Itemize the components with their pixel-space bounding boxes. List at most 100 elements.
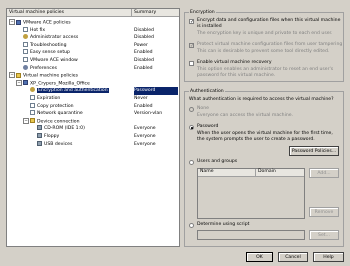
encrypt-files-checkbox[interactable]: ✓ <box>189 19 194 25</box>
tree-row-label: Device connection <box>37 119 80 125</box>
tree-row[interactable]: USB devices <box>30 140 73 149</box>
tree-row[interactable]: Expiration <box>23 95 60 103</box>
users-groups-col-domain[interactable]: Domain <box>258 169 276 175</box>
tree-row-label: Network quarantine <box>37 111 83 117</box>
tree-row-summary: Disabled <box>134 58 154 63</box>
tree-row-label: Virtual machine policies <box>23 73 78 79</box>
tree-row[interactable]: − Virtual machine policies <box>9 72 78 80</box>
tree-row-summary: Never <box>134 96 148 101</box>
users-groups-list[interactable]: Name Domain <box>197 168 305 219</box>
tree-row-summary: Disabled <box>134 35 154 41</box>
column-header-summary[interactable]: Summary <box>132 9 179 17</box>
password-desc: When the user opens the virtual machine … <box>197 131 333 142</box>
tree-row[interactable]: VMware ACE window <box>16 57 78 65</box>
tree-row-summary: Everyone <box>134 141 156 147</box>
tree-row[interactable]: Preferences <box>16 64 58 73</box>
document-icon <box>30 110 35 116</box>
tree-row-summary: Everyone <box>134 134 156 139</box>
users-groups-col-name[interactable]: Name <box>200 169 214 175</box>
set-button[interactable]: Set... <box>309 230 339 240</box>
tree-row-label: Easy sense setup <box>30 50 70 56</box>
tree-row-label: Encryption and authentication <box>37 88 109 94</box>
vm-icon <box>23 80 28 86</box>
key-icon <box>23 34 28 40</box>
help-button[interactable]: Help <box>313 252 344 262</box>
tree-row[interactable]: − Device connection <box>23 117 80 126</box>
recovery-desc: This option enables an administrator to … <box>197 67 334 78</box>
key-icon <box>30 87 35 93</box>
tree-expander-icon[interactable]: − <box>9 72 15 79</box>
tree-row[interactable]: − XP_Crypers_Mozilla_Office <box>16 79 90 88</box>
tree-row[interactable]: Network quarantine <box>23 110 83 118</box>
tree-row-summary: Power <box>134 42 148 48</box>
users-groups-label: Users and groups <box>197 159 238 164</box>
recovery-checkbox[interactable] <box>189 61 194 66</box>
policy-tree: Virtual machine policies Summary − VMware… <box>6 8 180 247</box>
password-radio[interactable] <box>189 125 194 130</box>
tree-row-summary: Enabled <box>134 103 153 109</box>
folder-icon <box>30 118 35 124</box>
tree-row[interactable]: Encryption and authentication <box>23 87 109 95</box>
script-label: Determine using script <box>197 222 250 227</box>
tree-row-label: Floppy <box>44 134 60 139</box>
tree-row-summary: Enabled <box>134 65 153 71</box>
protect-config-checkbox[interactable]: ✓ <box>189 43 194 49</box>
tree-row-summary: Disabled <box>134 27 154 33</box>
script-input[interactable] <box>197 230 305 240</box>
authentication-group-title: Authentication <box>189 88 225 95</box>
password-policies-button[interactable]: Password Policies... <box>289 146 339 156</box>
tree-row-label: CD-ROM (IDE 1:0) <box>44 126 85 132</box>
tree-row-summary: Everyone <box>134 126 156 132</box>
tree-row-label: Hot fix <box>30 27 46 33</box>
folder-icon <box>16 72 21 78</box>
tree-row-label: Troubleshooting <box>30 42 67 48</box>
encrypt-files-desc: The encryption key is unique and private… <box>197 31 333 36</box>
tree-row-label: Administrator access <box>30 35 79 41</box>
protect-config-label: Protect virtual machine configuration fi… <box>197 42 343 47</box>
encryption-group: Encryption ✓ Encrypt data and configurat… <box>184 9 344 82</box>
ok-button[interactable]: OK <box>246 252 273 262</box>
password-label: Password <box>197 124 219 129</box>
tree-row[interactable]: Easy sense setup <box>16 49 70 57</box>
document-icon <box>23 41 28 47</box>
tree-row-label: Expiration <box>37 96 61 101</box>
tree-row[interactable]: Administrator access <box>16 34 78 42</box>
tree-row[interactable]: CD-ROM (IDE 1:0) <box>30 125 85 133</box>
tree-row[interactable]: Floppy <box>30 133 59 141</box>
tree-row-label: Copy protection <box>37 103 74 109</box>
auth-question: What authentication is required to acces… <box>189 97 334 102</box>
document-icon <box>23 26 28 32</box>
users-groups-radio[interactable] <box>189 160 194 165</box>
tree-row-summary: Version-vlan <box>134 111 163 117</box>
document-icon <box>23 57 28 62</box>
tree-expander-icon[interactable]: − <box>16 79 22 86</box>
authentication-group: Authentication What authentication is re… <box>184 88 344 247</box>
tree-row[interactable]: Copy protection <box>23 102 74 111</box>
tree-expander-icon[interactable]: − <box>23 117 29 124</box>
vm-icon <box>16 19 21 25</box>
column-header-policies[interactable]: Virtual machine policies <box>7 9 132 17</box>
document-icon <box>23 49 28 55</box>
none-label: None <box>197 106 209 111</box>
remove-button[interactable]: Remove <box>309 207 339 217</box>
encryption-group-title: Encryption <box>189 9 216 16</box>
tree-row[interactable]: Troubleshooting <box>16 41 67 50</box>
tree-row-summary: Password <box>134 87 178 95</box>
protect-config-desc: This can is desirable to prevent some to… <box>197 49 330 54</box>
device-icon <box>37 133 42 138</box>
tree-expander-icon[interactable]: − <box>9 19 15 25</box>
cancel-button[interactable]: Cancel <box>278 252 308 262</box>
script-radio[interactable] <box>189 223 194 228</box>
device-icon <box>37 140 42 146</box>
tree-row[interactable]: − VMware ACE policies <box>9 19 71 27</box>
tree-row[interactable]: Hot fix <box>16 26 46 35</box>
gear-icon <box>23 64 28 70</box>
tree-row-label: XP_Crypers_Mozilla_Office <box>30 81 90 87</box>
none-radio[interactable] <box>189 107 194 112</box>
tree-row-label: Preferences <box>30 65 58 71</box>
tree-row-label: USB devices <box>44 141 73 147</box>
document-icon <box>30 102 35 108</box>
add-button[interactable]: Add... <box>309 168 339 178</box>
document-icon <box>30 95 35 100</box>
recovery-label: Enable virtual machine recovery <box>197 60 272 65</box>
